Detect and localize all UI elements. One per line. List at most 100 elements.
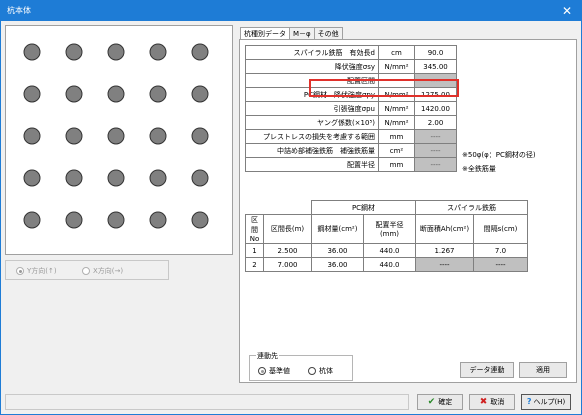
apply-button[interactable]: 適用: [519, 362, 567, 378]
direction-x-label: X方向(→): [93, 267, 124, 275]
param-value[interactable]: ----: [414, 129, 457, 144]
param-value[interactable]: 90.0: [414, 45, 457, 60]
rebar-circle: [149, 211, 167, 229]
table-row: 2 7.000 36.00 440.0 ---- ----: [245, 257, 528, 272]
radio-dot-icon: [82, 267, 90, 275]
cell-length[interactable]: 2.500: [263, 243, 312, 258]
param-row: 降伏強度σsy N/mm² 345.00: [245, 59, 457, 74]
param-value[interactable]: ----: [414, 143, 457, 158]
ok-button[interactable]: ✔ 確定: [417, 394, 463, 410]
cell-spacing[interactable]: ----: [473, 257, 528, 272]
col-header-no: 区間No: [245, 214, 264, 244]
direction-y-label: Y方向(↑): [27, 267, 57, 275]
close-icon[interactable]: ✕: [559, 3, 575, 19]
param-unit: cm²: [378, 143, 415, 158]
rebar-circle: [149, 43, 167, 61]
radio-dot-icon: [258, 367, 266, 375]
link-base-radio[interactable]: 基準値: [258, 366, 290, 376]
window-title: 杭本体: [7, 6, 31, 15]
param-unit: N/mm²: [378, 115, 415, 130]
cell-steel[interactable]: 36.00: [311, 257, 364, 272]
param-unit: cm: [378, 45, 415, 60]
group-pc-header: PC鋼材: [311, 200, 416, 215]
link-base-label: 基準値: [269, 367, 290, 375]
pile-body-dialog: 杭本体 ✕ Y方向(↑) X方向(→) 杭種別データ M－φ その他 スパイラル…: [0, 0, 582, 415]
cross-icon: ✖: [479, 397, 488, 407]
table-row: 1 2.500 36.00 440.0 1.267 7.0: [245, 243, 528, 258]
col-header-spacing: 間隔s(cm): [473, 214, 528, 244]
col-header-area: 断面積Ah(cm²): [415, 214, 474, 244]
cancel-button[interactable]: ✖ 取消: [469, 394, 515, 410]
rebar-circle: [191, 169, 209, 187]
param-row: 配置半径 mm ----: [245, 157, 457, 172]
param-unit: mm: [378, 157, 415, 172]
param-value[interactable]: 345.00: [414, 59, 457, 74]
rebar-circle: [191, 211, 209, 229]
param-label: プレストレスの損失を考慮する範囲: [245, 129, 379, 144]
help-button[interactable]: ? ヘルプ(H): [521, 394, 571, 410]
cell-area[interactable]: ----: [415, 257, 474, 272]
param-label: 引張強度σpu: [245, 101, 379, 116]
rebar-circle: [23, 127, 41, 145]
param-row: 引張強度σpu N/mm² 1420.00: [245, 101, 457, 116]
param-label: ヤング係数(×10⁵): [245, 115, 379, 130]
rebar-circle: [23, 169, 41, 187]
tab-other[interactable]: その他: [313, 27, 343, 39]
group-spiral-header: スパイラル鉄筋: [415, 200, 528, 215]
rebar-grid: [23, 43, 209, 229]
param-value[interactable]: 1420.00: [414, 101, 457, 116]
link-pile-label: 杭体: [319, 367, 333, 375]
radio-dot-icon: [308, 367, 316, 375]
param-unit: N/mm²: [378, 59, 415, 74]
rebar-circle: [107, 43, 125, 61]
param-value[interactable]: ----: [414, 157, 457, 172]
link-target-legend: 連動先: [256, 351, 279, 361]
parameter-table: スパイラル鉄筋 有効長d cm 90.0 降伏強度σsy N/mm² 345.00 配置区間…: [245, 45, 457, 172]
param-row: ヤング係数(×10⁵) N/mm² 2.00: [245, 115, 457, 130]
rebar-circle: [149, 85, 167, 103]
tab-m-phi[interactable]: M－φ: [289, 27, 315, 39]
direction-y-radio[interactable]: Y方向(↑): [16, 266, 57, 276]
rebar-circle: [65, 211, 83, 229]
rebar-circle: [149, 169, 167, 187]
rebar-circle: [65, 169, 83, 187]
param-row: 中詰め部補強鉄筋 補強鉄筋量 cm² ----: [245, 143, 457, 158]
param-label: 配置半径: [245, 157, 379, 172]
cell-steel[interactable]: 36.00: [311, 243, 364, 258]
cell-area[interactable]: 1.267: [415, 243, 474, 258]
rebar-circle: [107, 85, 125, 103]
rebar-note: ※全鉄筋量: [462, 165, 496, 173]
rebar-circle: [107, 169, 125, 187]
param-row: プレストレスの損失を考慮する範囲 mm ----: [245, 129, 457, 144]
cell-no: 1: [245, 243, 264, 258]
param-label: スパイラル鉄筋 有効長d: [245, 45, 379, 60]
check-icon: ✔: [427, 397, 436, 407]
rebar-circle: [149, 127, 167, 145]
data-link-button[interactable]: データ連動: [460, 362, 514, 378]
param-label: 降伏強度σsy: [245, 59, 379, 74]
param-row: スパイラル鉄筋 有効長d cm 90.0: [245, 45, 457, 60]
cell-length[interactable]: 7.000: [263, 257, 312, 272]
rebar-circle: [191, 43, 209, 61]
cell-spacing[interactable]: 7.0: [473, 243, 528, 258]
ok-label: 確定: [438, 398, 453, 406]
direction-x-radio[interactable]: X方向(→): [82, 266, 123, 276]
title-bar: 杭本体 ✕: [1, 1, 581, 21]
cell-no: 2: [245, 257, 264, 272]
direction-group: Y方向(↑) X方向(→): [5, 260, 169, 280]
help-icon: ?: [526, 397, 532, 406]
range-note: ※50φ(φ：PC鋼材の径): [462, 151, 536, 159]
cell-radius[interactable]: 440.0: [363, 257, 416, 272]
param-unit: mm: [378, 129, 415, 144]
cell-radius[interactable]: 440.0: [363, 243, 416, 258]
section-table: PC鋼材 スパイラル鉄筋 区間No 区間長(m) 鋼材量(cm²) 配置半径(m…: [245, 200, 528, 272]
col-header-radius: 配置半径(mm): [363, 214, 416, 244]
link-pile-radio[interactable]: 杭体: [308, 366, 333, 376]
status-bar: [5, 394, 409, 410]
param-label: 中詰め部補強鉄筋 補強鉄筋量: [245, 143, 379, 158]
param-value[interactable]: 2.00: [414, 115, 457, 130]
col-header-length: 区間長(m): [263, 214, 312, 244]
cancel-label: 取消: [490, 398, 505, 406]
rebar-circle: [191, 85, 209, 103]
rebar-circle: [65, 85, 83, 103]
